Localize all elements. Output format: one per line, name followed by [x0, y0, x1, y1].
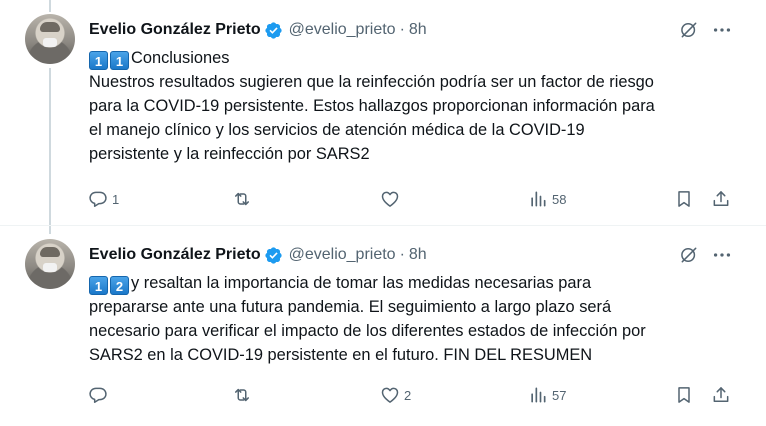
reply-icon: [89, 387, 107, 403]
tweet-line: para la COVID-19 persistente. Estos hall…: [89, 97, 655, 115]
share-icon: [713, 191, 729, 206]
grok-icon[interactable]: [679, 245, 699, 265]
grok-icon[interactable]: [679, 20, 699, 40]
views-button[interactable]: 58: [528, 187, 566, 211]
tweet[interactable]: Evelio González Prieto @evelio_prieto · …: [0, 0, 766, 224]
author-name[interactable]: Evelio González Prieto: [89, 246, 261, 264]
reply-button[interactable]: [88, 383, 112, 407]
views-count: 58: [552, 191, 567, 207]
tweet-line: el manejo clínico y los servicios de ate…: [89, 121, 585, 139]
tweet-line: persistente y la reinfección por SARS2: [89, 145, 370, 163]
tweet-text: 12y resaltan la importancia de tomar las…: [89, 271, 739, 367]
tweet-line: prepararse ante una futura pandemia. El …: [89, 298, 612, 316]
more-icon[interactable]: [711, 245, 733, 265]
like-icon: [381, 387, 399, 403]
action-bar: 2 57: [0, 383, 766, 407]
reply-button[interactable]: 1: [88, 187, 119, 211]
bookmark-button[interactable]: [674, 187, 694, 211]
keycap-digit: 1: [110, 51, 129, 70]
keycap-digit: 2: [110, 276, 129, 295]
like-button[interactable]: [380, 187, 404, 211]
repost-button[interactable]: [232, 187, 256, 211]
separator-dot: ·: [399, 246, 405, 263]
keycap-digit: 1: [89, 276, 108, 295]
tweet-line: Conclusiones: [131, 49, 230, 67]
views-icon: [531, 191, 546, 207]
tweet-header: Evelio González Prieto @evelio_prieto · …: [89, 19, 427, 41]
reply-count: 1: [112, 191, 120, 207]
avatar[interactable]: [25, 14, 75, 64]
timestamp[interactable]: 8h: [409, 21, 427, 39]
like-count: 2: [404, 387, 412, 403]
views-button[interactable]: 57: [528, 383, 566, 407]
repost-button[interactable]: [232, 383, 256, 407]
action-bar: 1 58: [0, 187, 766, 211]
verified-badge-icon: [264, 21, 282, 39]
reply-icon: [89, 191, 107, 207]
timestamp[interactable]: 8h: [409, 246, 427, 264]
share-button[interactable]: [711, 187, 731, 211]
views-count: 57: [552, 387, 567, 403]
views-icon: [531, 387, 546, 403]
tweet[interactable]: Evelio González Prieto @evelio_prieto · …: [0, 225, 766, 426]
tweet-header: Evelio González Prieto @evelio_prieto · …: [89, 244, 427, 266]
author-name[interactable]: Evelio González Prieto: [89, 21, 261, 39]
like-button[interactable]: 2: [380, 383, 411, 407]
author-handle[interactable]: @evelio_prieto: [289, 246, 396, 264]
tweet-text: 1 1 Conclusiones Nuestros resultados sugie…: [89, 46, 739, 166]
like-icon: [381, 191, 399, 207]
repost-icon: [235, 192, 249, 206]
avatar[interactable]: [25, 239, 75, 289]
tweet-line: y resaltan la importancia de tomar las m…: [131, 274, 592, 292]
keycap-digit: 1: [89, 51, 108, 70]
bookmark-icon: [678, 191, 690, 207]
share-icon: [713, 387, 729, 402]
tweet-line: SARS2 en la COVID-19 persistente en el f…: [89, 346, 593, 364]
author-handle[interactable]: @evelio_prieto: [289, 21, 396, 39]
verified-badge-icon: [264, 246, 282, 264]
more-icon[interactable]: [711, 20, 733, 40]
bookmark-icon: [678, 387, 690, 403]
bookmark-button[interactable]: [674, 383, 694, 407]
share-button[interactable]: [711, 383, 731, 407]
tweet-line: Nuestros resultados sugieren que la rein…: [89, 73, 654, 91]
tweet-line: necesario para verificar el impacto de l…: [89, 322, 646, 340]
separator-dot: ·: [399, 21, 405, 38]
repost-icon: [235, 388, 249, 402]
